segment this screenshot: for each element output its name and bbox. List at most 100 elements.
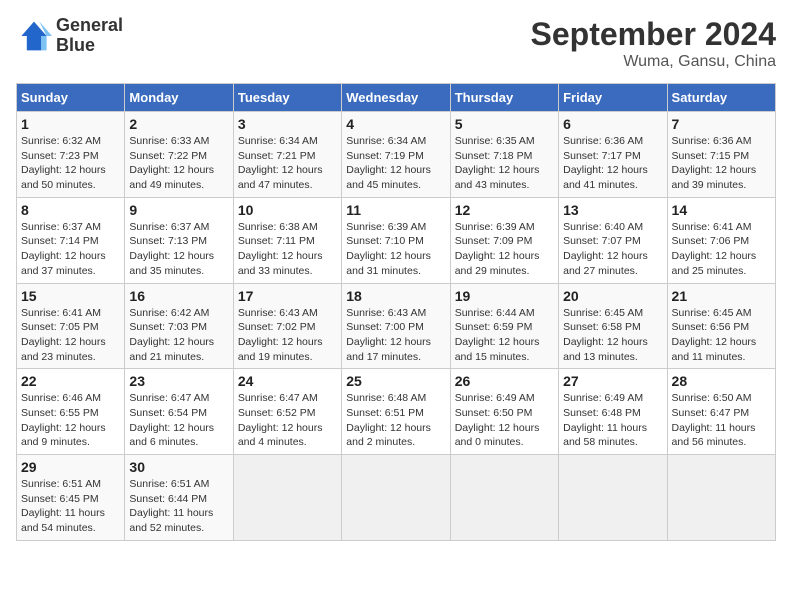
- calendar-day-cell: 17 Sunrise: 6:43 AMSunset: 7:02 PMDayligh…: [233, 283, 341, 369]
- logo: General Blue: [16, 16, 123, 56]
- calendar-table: SundayMondayTuesdayWednesdayThursdayFrid…: [16, 83, 776, 541]
- day-number: 7: [672, 116, 771, 132]
- day-number: 11: [346, 202, 445, 218]
- day-number: 16: [129, 288, 228, 304]
- calendar-day-cell: 28 Sunrise: 6:50 AMSunset: 6:47 PMDayligh…: [667, 369, 775, 455]
- calendar-day-cell: 12 Sunrise: 6:39 AMSunset: 7:09 PMDayligh…: [450, 197, 558, 283]
- calendar-day-cell: [342, 455, 450, 541]
- calendar-day-cell: 27 Sunrise: 6:49 AMSunset: 6:48 PMDayligh…: [559, 369, 667, 455]
- day-detail: Sunrise: 6:36 AMSunset: 7:15 PMDaylight:…: [672, 134, 771, 193]
- day-detail: Sunrise: 6:51 AMSunset: 6:44 PMDaylight:…: [129, 477, 228, 536]
- day-number: 3: [238, 116, 337, 132]
- calendar-day-cell: 1 Sunrise: 6:32 AMSunset: 7:23 PMDaylight…: [17, 112, 125, 198]
- calendar-day-cell: 10Sunrise: 6:38 AMSunset: 7:11 PMDayligh…: [233, 197, 341, 283]
- day-detail: Sunrise: 6:36 AMSunset: 7:17 PMDaylight:…: [563, 134, 662, 193]
- calendar-day-cell: 25 Sunrise: 6:48 AMSunset: 6:51 PMDayligh…: [342, 369, 450, 455]
- calendar-day-cell: 24 Sunrise: 6:47 AMSunset: 6:52 PMDayligh…: [233, 369, 341, 455]
- day-detail: Sunrise: 6:32 AMSunset: 7:23 PMDaylight:…: [21, 134, 120, 193]
- day-number: 12: [455, 202, 554, 218]
- column-header-saturday: Saturday: [667, 84, 775, 112]
- day-number: 19: [455, 288, 554, 304]
- calendar-day-cell: 30 Sunrise: 6:51 AMSunset: 6:44 PMDayligh…: [125, 455, 233, 541]
- day-detail: Sunrise: 6:47 AMSunset: 6:54 PMDaylight:…: [129, 391, 228, 450]
- day-number: 28: [672, 373, 771, 389]
- day-number: 25: [346, 373, 445, 389]
- day-number: 13: [563, 202, 662, 218]
- calendar-header-row: SundayMondayTuesdayWednesdayThursdayFrid…: [17, 84, 776, 112]
- day-detail: Sunrise: 6:49 AMSunset: 6:48 PMDaylight:…: [563, 391, 662, 450]
- logo-icon: [16, 18, 52, 54]
- page-header: General Blue September 2024 Wuma, Gansu,…: [16, 16, 776, 71]
- calendar-day-cell: 26 Sunrise: 6:49 AMSunset: 6:50 PMDayligh…: [450, 369, 558, 455]
- calendar-day-cell: 6Sunrise: 6:36 AMSunset: 7:17 PMDaylight…: [559, 112, 667, 198]
- day-number: 20: [563, 288, 662, 304]
- day-number: 17: [238, 288, 337, 304]
- column-header-thursday: Thursday: [450, 84, 558, 112]
- calendar-day-cell: 14Sunrise: 6:41 AMSunset: 7:06 PMDayligh…: [667, 197, 775, 283]
- day-detail: Sunrise: 6:33 AMSunset: 7:22 PMDaylight:…: [129, 134, 228, 193]
- day-detail: Sunrise: 6:47 AMSunset: 6:52 PMDaylight:…: [238, 391, 337, 450]
- calendar-day-cell: 5 Sunrise: 6:35 AMSunset: 7:18 PMDaylight…: [450, 112, 558, 198]
- calendar-day-cell: 7 Sunrise: 6:36 AMSunset: 7:15 PMDaylight…: [667, 112, 775, 198]
- day-number: 30: [129, 459, 228, 475]
- calendar-day-cell: 23 Sunrise: 6:47 AMSunset: 6:54 PMDayligh…: [125, 369, 233, 455]
- calendar-day-cell: [450, 455, 558, 541]
- calendar-day-cell: 29Sunrise: 6:51 AMSunset: 6:45 PMDayligh…: [17, 455, 125, 541]
- day-detail: Sunrise: 6:35 AMSunset: 7:18 PMDaylight:…: [455, 134, 554, 193]
- day-detail: Sunrise: 6:48 AMSunset: 6:51 PMDaylight:…: [346, 391, 445, 450]
- day-number: 24: [238, 373, 337, 389]
- title-block: September 2024 Wuma, Gansu, China: [531, 16, 776, 71]
- logo-text: General Blue: [56, 16, 123, 56]
- calendar-day-cell: 20 Sunrise: 6:45 AMSunset: 6:58 PMDayligh…: [559, 283, 667, 369]
- day-detail: Sunrise: 6:45 AMSunset: 6:58 PMDaylight:…: [563, 306, 662, 365]
- day-number: 22: [21, 373, 120, 389]
- day-detail: Sunrise: 6:50 AMSunset: 6:47 PMDaylight:…: [672, 391, 771, 450]
- day-detail: Sunrise: 6:40 AMSunset: 7:07 PMDaylight:…: [563, 220, 662, 279]
- calendar-day-cell: 13 Sunrise: 6:40 AMSunset: 7:07 PMDayligh…: [559, 197, 667, 283]
- day-number: 23: [129, 373, 228, 389]
- day-detail: Sunrise: 6:41 AMSunset: 7:05 PMDaylight:…: [21, 306, 120, 365]
- day-detail: Sunrise: 6:51 AMSunset: 6:45 PMDaylight:…: [21, 477, 120, 536]
- day-detail: Sunrise: 6:39 AMSunset: 7:09 PMDaylight:…: [455, 220, 554, 279]
- day-number: 9: [129, 202, 228, 218]
- calendar-week-row: 22 Sunrise: 6:46 AMSunset: 6:55 PMDayligh…: [17, 369, 776, 455]
- calendar-day-cell: 16Sunrise: 6:42 AMSunset: 7:03 PMDayligh…: [125, 283, 233, 369]
- column-header-tuesday: Tuesday: [233, 84, 341, 112]
- calendar-day-cell: 2 Sunrise: 6:33 AMSunset: 7:22 PMDaylight…: [125, 112, 233, 198]
- calendar-body: 1 Sunrise: 6:32 AMSunset: 7:23 PMDaylight…: [17, 112, 776, 541]
- calendar-day-cell: 11 Sunrise: 6:39 AMSunset: 7:10 PMDayligh…: [342, 197, 450, 283]
- day-detail: Sunrise: 6:43 AMSunset: 7:02 PMDaylight:…: [238, 306, 337, 365]
- column-header-friday: Friday: [559, 84, 667, 112]
- day-number: 21: [672, 288, 771, 304]
- day-number: 2: [129, 116, 228, 132]
- day-number: 8: [21, 202, 120, 218]
- calendar-day-cell: [233, 455, 341, 541]
- day-number: 14: [672, 202, 771, 218]
- calendar-day-cell: [667, 455, 775, 541]
- day-detail: Sunrise: 6:43 AMSunset: 7:00 PMDaylight:…: [346, 306, 445, 365]
- day-number: 5: [455, 116, 554, 132]
- calendar-day-cell: 18 Sunrise: 6:43 AMSunset: 7:00 PMDayligh…: [342, 283, 450, 369]
- day-detail: Sunrise: 6:39 AMSunset: 7:10 PMDaylight:…: [346, 220, 445, 279]
- calendar-day-cell: 9 Sunrise: 6:37 AMSunset: 7:13 PMDaylight…: [125, 197, 233, 283]
- day-number: 15: [21, 288, 120, 304]
- location-title: Wuma, Gansu, China: [531, 53, 776, 71]
- calendar-week-row: 15 Sunrise: 6:41 AMSunset: 7:05 PMDayligh…: [17, 283, 776, 369]
- calendar-day-cell: 4Sunrise: 6:34 AMSunset: 7:19 PMDaylight…: [342, 112, 450, 198]
- day-number: 27: [563, 373, 662, 389]
- day-detail: Sunrise: 6:44 AMSunset: 6:59 PMDaylight:…: [455, 306, 554, 365]
- day-number: 4: [346, 116, 445, 132]
- day-number: 26: [455, 373, 554, 389]
- day-detail: Sunrise: 6:46 AMSunset: 6:55 PMDaylight:…: [21, 391, 120, 450]
- day-number: 10: [238, 202, 337, 218]
- day-detail: Sunrise: 6:49 AMSunset: 6:50 PMDaylight:…: [455, 391, 554, 450]
- day-detail: Sunrise: 6:45 AMSunset: 6:56 PMDaylight:…: [672, 306, 771, 365]
- day-detail: Sunrise: 6:37 AMSunset: 7:13 PMDaylight:…: [129, 220, 228, 279]
- column-header-monday: Monday: [125, 84, 233, 112]
- calendar-week-row: 8Sunrise: 6:37 AMSunset: 7:14 PMDaylight…: [17, 197, 776, 283]
- day-number: 1: [21, 116, 120, 132]
- column-header-sunday: Sunday: [17, 84, 125, 112]
- calendar-week-row: 1 Sunrise: 6:32 AMSunset: 7:23 PMDaylight…: [17, 112, 776, 198]
- day-number: 18: [346, 288, 445, 304]
- calendar-day-cell: 21 Sunrise: 6:45 AMSunset: 6:56 PMDayligh…: [667, 283, 775, 369]
